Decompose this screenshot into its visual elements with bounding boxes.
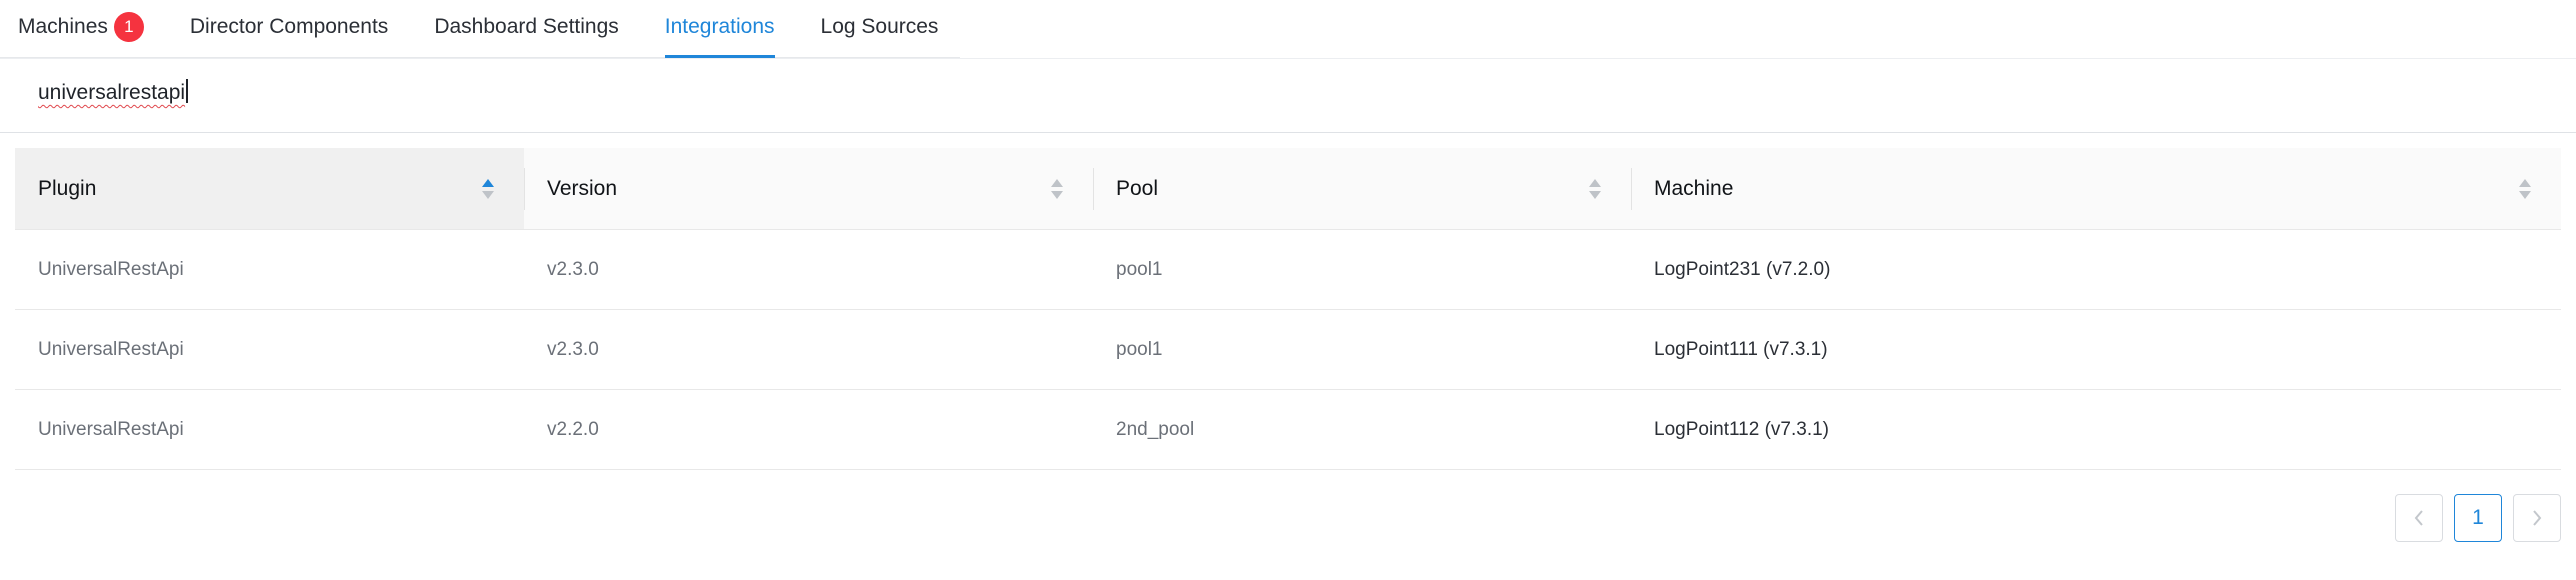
search-input[interactable] [28,75,1228,115]
cell-machine: LogPoint231 (v7.2.0) [1654,258,1831,280]
machines-count-badge: 1 [113,11,144,42]
tab-machines-label: Machines [18,14,108,38]
column-header-version-label: Version [547,176,618,200]
prev-page-button[interactable] [2395,494,2443,542]
sort-icon[interactable] [1589,178,1603,200]
tab-bar: Machines 1 Director Components Dashboard… [0,0,960,58]
column-header-machine-label: Machine [1654,176,1734,200]
column-header-plugin-label: Plugin [38,176,97,200]
column-header-version[interactable]: Version [524,148,1093,229]
tab-director-components-label: Director Components [189,14,389,38]
integrations-table: Plugin Version Pool Machine UniversalRes… [15,148,2561,470]
tab-director-components[interactable]: Director Components [167,0,411,57]
table-header: Plugin Version Pool Machine [15,148,2561,230]
next-page-button[interactable] [2513,494,2561,542]
search-bar [0,59,2576,133]
tab-log-sources[interactable]: Log Sources [798,0,962,57]
chevron-right-icon [2533,510,2542,526]
cell-pool: pool1 [1116,258,1163,280]
column-header-plugin[interactable]: Plugin [15,148,524,229]
table-row[interactable]: UniversalRestApi v2.3.0 pool1 LogPoint11… [15,310,2561,390]
sort-icon[interactable] [482,178,496,200]
cell-version: v2.3.0 [547,258,599,280]
cell-plugin: UniversalRestApi [38,338,184,360]
table-row[interactable]: UniversalRestApi v2.2.0 2nd_pool LogPoin… [15,390,2561,470]
column-header-pool-label: Pool [1116,176,1159,200]
table-row[interactable]: UniversalRestApi v2.3.0 pool1 LogPoint23… [15,230,2561,310]
chevron-left-icon [2414,510,2423,526]
cell-pool: pool1 [1116,338,1163,360]
sort-icon[interactable] [2519,178,2533,200]
cell-machine: LogPoint112 (v7.3.1) [1654,418,1829,440]
pagination: 1 [2395,494,2561,542]
tab-dashboard-settings[interactable]: Dashboard Settings [411,0,641,57]
cell-version: v2.3.0 [547,338,599,360]
cell-plugin: UniversalRestApi [38,418,184,440]
tab-log-sources-label: Log Sources [820,14,939,38]
cell-plugin: UniversalRestApi [38,258,184,280]
tab-integrations[interactable]: Integrations [642,0,798,58]
tab-machines[interactable]: Machines 1 [0,0,167,57]
page-number-button[interactable]: 1 [2454,494,2502,542]
column-header-pool[interactable]: Pool [1093,148,1631,229]
tab-dashboard-settings-label: Dashboard Settings [434,14,619,38]
tab-integrations-label: Integrations [664,14,775,38]
cell-machine: LogPoint111 (v7.3.1) [1654,338,1828,360]
cell-version: v2.2.0 [547,418,599,440]
cell-pool: 2nd_pool [1116,418,1195,440]
column-header-machine[interactable]: Machine [1631,148,2561,229]
sort-icon[interactable] [1051,178,1065,200]
